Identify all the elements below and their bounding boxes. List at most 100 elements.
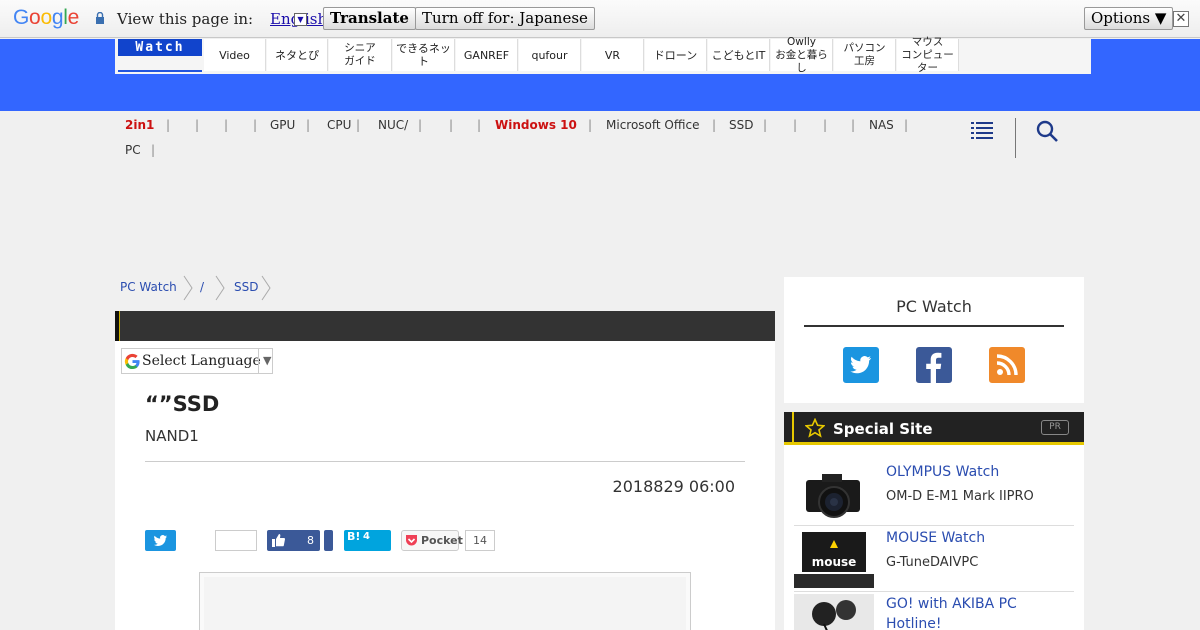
twitter-count-box (215, 530, 257, 551)
category-separator: | (712, 118, 717, 132)
category-link[interactable]: Windows 10 (495, 118, 577, 132)
menu-list-icon[interactable] (971, 121, 993, 139)
category-separator: | (763, 118, 768, 132)
category-link[interactable]: PC (125, 143, 141, 157)
special-site-box: Special Site PR OLYMPUS Watch OM-D E-M1 … (784, 412, 1084, 630)
category-separator: | (166, 118, 171, 132)
facebook-share-button[interactable] (324, 530, 333, 551)
category-link[interactable]: 2in1 (125, 118, 154, 132)
facebook-count: 8 (307, 534, 314, 547)
pocket-button[interactable]: Pocket (401, 530, 463, 551)
rss-icon[interactable] (989, 347, 1025, 383)
category-link[interactable]: CPU (327, 118, 351, 132)
search-icon[interactable] (1036, 120, 1058, 142)
lock-icon (96, 12, 104, 24)
laptop-thumbnail: mouse (794, 528, 874, 588)
nav-item[interactable]: Video (204, 39, 266, 71)
pcwatch-divider (804, 325, 1064, 327)
header-divider (1015, 118, 1016, 158)
twitter-icon (153, 535, 167, 546)
chevron-right-icon (261, 275, 271, 301)
nav-item[interactable]: GANREF (456, 39, 518, 71)
twitter-icon[interactable] (843, 347, 879, 383)
breadcrumb-pc-watch[interactable]: PC Watch (120, 280, 177, 294)
breadcrumb-ssd[interactable]: SSD (234, 280, 258, 294)
special-item-desc: OM-D E-M1 Mark IIPRO (886, 489, 1034, 504)
article-subtitle: NAND1 (145, 427, 199, 445)
category-link[interactable]: SSD (729, 118, 753, 132)
category-separator: | (904, 118, 909, 132)
category-separator: | (195, 118, 200, 132)
nav-item[interactable]: できるネット (393, 39, 455, 71)
site-header: Watch Video ネタとぴ シニア ガイド できるネット GANREF qufour… (0, 36, 1200, 111)
category-link[interactable]: NAS (869, 118, 894, 132)
special-item-desc: G-TuneDAIVPC (886, 555, 979, 570)
logo-underline (118, 70, 202, 72)
options-button[interactable]: Options ▼ (1084, 7, 1174, 30)
special-item-name[interactable]: OLYMPUS Watch (886, 462, 1076, 482)
nav-item[interactable]: Owlly お金と暮らし (771, 36, 833, 74)
facebook-like-button[interactable]: 8 (267, 530, 320, 551)
title-divider (145, 461, 745, 462)
category-separator: | (449, 118, 454, 132)
pocket-icon (406, 535, 417, 546)
hatena-b-icon: B! (347, 530, 361, 543)
category-link[interactable]: Microsoft Office (606, 118, 699, 132)
category-separator: | (306, 118, 311, 132)
article-image (199, 572, 691, 630)
translate-button[interactable]: Translate (323, 7, 416, 30)
category-separator: | (588, 118, 593, 132)
close-icon[interactable]: ✕ (1173, 11, 1189, 27)
nav-item[interactable]: qufour (519, 39, 581, 71)
language-dropdown-icon[interactable]: ▼ (294, 13, 307, 26)
turn-off-button[interactable]: Turn off for: Japanese (415, 7, 595, 30)
category-separator: | (224, 118, 229, 132)
twitter-share-button[interactable] (145, 530, 176, 551)
category-link[interactable]: GPU (270, 118, 295, 132)
hatena-count: 4 (363, 531, 370, 542)
article-title: “”SSD (145, 392, 220, 416)
google-language-select[interactable]: Select Language ▼ (121, 348, 273, 374)
select-language-label: Select Language (142, 353, 261, 369)
category-separator: | (851, 118, 856, 132)
pcwatch-title: PC Watch (896, 297, 972, 316)
special-item-olympus[interactable]: OLYMPUS Watch OM-D E-M1 Mark IIPRO (794, 462, 1074, 526)
star-icon (805, 418, 825, 438)
category-link[interactable]: NUC/ (378, 118, 408, 132)
category-separator: | (823, 118, 828, 132)
nav-item[interactable]: パソコン 工房 (834, 39, 896, 71)
special-item-mouse[interactable]: mouse MOUSE Watch G-TuneDAIVPC (794, 528, 1074, 592)
thumbs-up-icon (272, 534, 285, 547)
article-date: 2018829 06:00 (612, 477, 735, 496)
special-site-header: Special Site PR (784, 412, 1084, 445)
special-item-name[interactable]: MOUSE Watch (886, 528, 1076, 548)
nav-item[interactable]: シニア ガイド (329, 39, 392, 71)
svg-text:mouse: mouse (812, 555, 857, 569)
breadcrumb-category[interactable]: / (200, 280, 204, 294)
special-site-title: Special Site (833, 420, 933, 438)
category-separator: | (253, 118, 258, 132)
watch-logo[interactable]: Watch (118, 39, 202, 56)
category-separator: | (151, 143, 156, 157)
nav-item[interactable]: こどもとIT (708, 39, 770, 71)
pcwatch-social-box: PC Watch (784, 277, 1084, 403)
article-main: Select Language ▼ “”SSD NAND1 2018829 06… (115, 311, 775, 630)
special-item-name[interactable]: GO! with AKIBA PC Hotline! (886, 594, 1076, 630)
nav-item[interactable]: VR (582, 39, 644, 71)
special-item-akiba[interactable]: GO! with AKIBA PC Hotline! (794, 594, 1074, 630)
google-translate-bar: Google View this page in: English ▼ Tran… (0, 0, 1200, 38)
chevron-right-icon (183, 275, 193, 301)
category-separator: | (793, 118, 798, 132)
google-g-icon (124, 353, 140, 370)
nav-item[interactable]: ネタとぴ (267, 39, 328, 71)
hatena-bookmark-button[interactable]: B! 4 (344, 530, 391, 551)
site-nav: Watch Video ネタとぴ シニア ガイド できるネット GANREF qufour… (115, 36, 1091, 74)
facebook-icon[interactable] (916, 347, 952, 383)
nav-item[interactable]: マウス コンピューター (897, 36, 959, 74)
camera-thumbnail (794, 462, 874, 522)
pocket-label: Pocket (421, 534, 463, 547)
article-header-bar (115, 311, 775, 341)
view-page-text: View this page in: (117, 10, 254, 28)
nav-item[interactable]: ドローン (645, 39, 707, 71)
category-separator: | (418, 118, 423, 132)
